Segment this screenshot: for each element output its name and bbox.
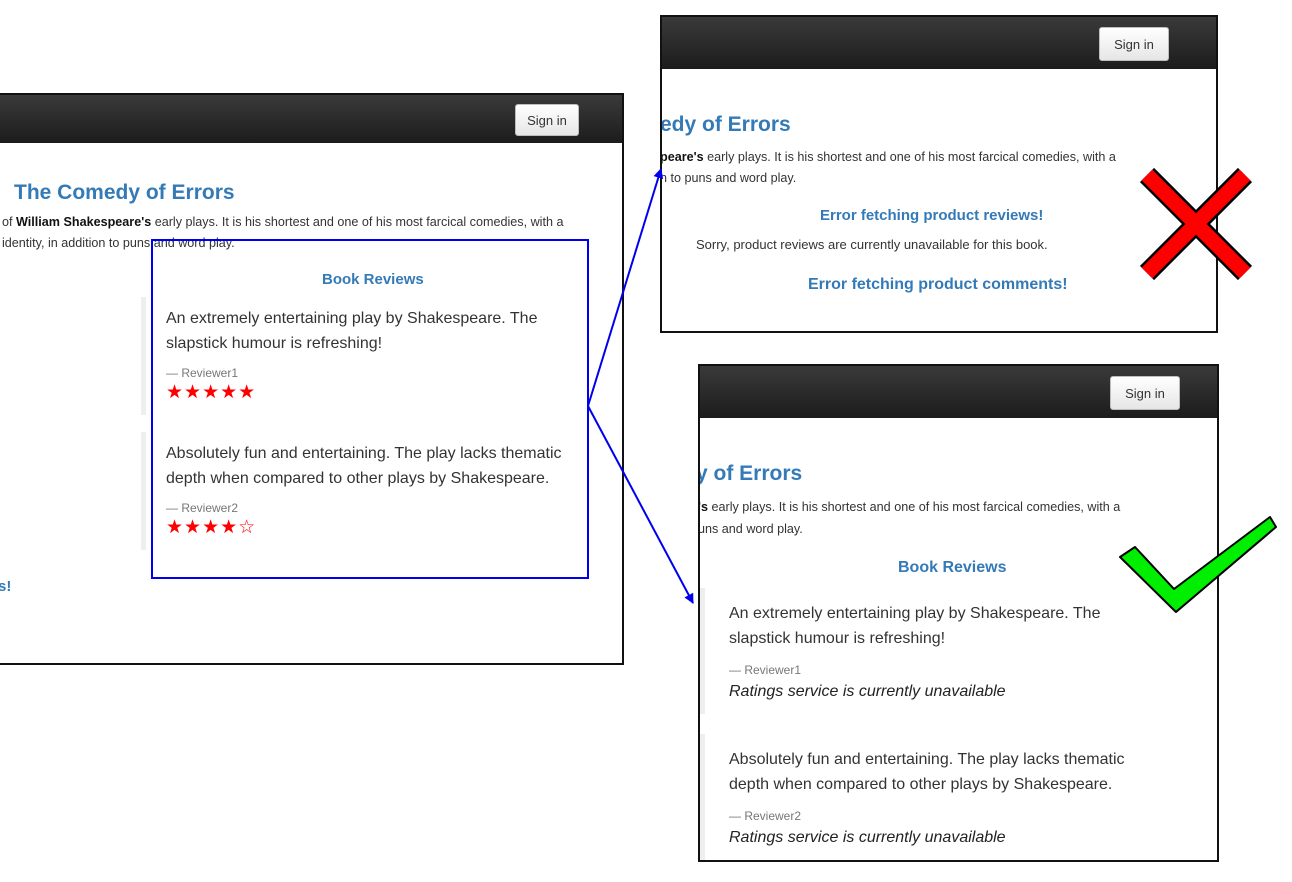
review-author: — Reviewer1 <box>166 366 239 380</box>
comments-error-heading: Error fetching product comments! <box>808 276 1068 293</box>
top-navbar: Sign in <box>662 17 1216 69</box>
review-text-line2: slapstick humour is refreshing! <box>166 335 383 352</box>
review-item: An extremely entertaining play by Shakes… <box>141 297 581 415</box>
reviews-error-message: Sorry, product reviews are currently una… <box>696 237 1048 252</box>
book-summary: 's early plays. It is his shortest and o… <box>698 500 1121 514</box>
review-text: An extremely entertaining play by Shakes… <box>729 605 1101 622</box>
sign-in-button[interactable]: Sign in <box>515 104 579 136</box>
page-title: edy of Errors <box>660 113 791 136</box>
book-summary-line2: uns and word play. <box>698 522 803 536</box>
review-text-line2: depth when compared to other plays by Sh… <box>729 776 1113 793</box>
book-summary-line2: n to puns and word play. <box>660 171 797 185</box>
book-reviews-heading: Book Reviews <box>322 271 424 288</box>
review-text-line2: slapstick humour is refreshing! <box>729 630 946 647</box>
top-navbar: Sign in <box>700 366 1217 418</box>
book-summary: of William Shakespeare's early plays. It… <box>2 215 564 229</box>
left-screenshot-panel: Sign in The Comedy of Errors of William … <box>0 93 624 665</box>
fallback-screenshot-panel: Sign in y of Errors 's early plays. It i… <box>698 364 1219 862</box>
sign-in-button[interactable]: Sign in <box>1099 27 1169 61</box>
book-reviews-heading: Book Reviews <box>898 559 1007 576</box>
error-screenshot-panel: Sign in edy of Errors peare's early play… <box>660 15 1218 333</box>
review-author: — Reviewer2 <box>166 501 239 515</box>
review-item: An extremely entertaining play by Shakes… <box>700 588 1170 714</box>
reviews-error-heading: Error fetching product reviews! <box>820 207 1044 224</box>
page-title: The Comedy of Errors <box>14 181 235 204</box>
review-text: An extremely entertaining play by Shakes… <box>166 310 538 327</box>
review-text-line2: depth when compared to other plays by Sh… <box>166 470 550 487</box>
star-rating: ★★★★★ <box>166 382 257 403</box>
comments-heading-fragment: s! <box>0 578 12 595</box>
book-summary-line2: identity, in addition to puns and word p… <box>2 236 235 250</box>
rating-unavailable-text: Ratings service is currently unavailable <box>729 683 1006 700</box>
book-summary: peare's early plays. It is his shortest … <box>660 150 1116 164</box>
rating-unavailable-text: Ratings service is currently unavailable <box>729 829 1006 846</box>
sign-in-button[interactable]: Sign in <box>1110 376 1180 410</box>
review-text: Absolutely fun and entertaining. The pla… <box>166 445 562 462</box>
review-item: Absolutely fun and entertaining. The pla… <box>700 734 1170 860</box>
review-author: — Reviewer1 <box>729 663 802 677</box>
review-author: — Reviewer2 <box>729 809 802 823</box>
star-rating: ★★★★☆ <box>166 517 257 538</box>
review-text: Absolutely fun and entertaining. The pla… <box>729 751 1125 768</box>
review-item: Absolutely fun and entertaining. The pla… <box>141 432 581 550</box>
page-title: y of Errors <box>698 462 803 485</box>
top-navbar: Sign in <box>0 95 622 143</box>
